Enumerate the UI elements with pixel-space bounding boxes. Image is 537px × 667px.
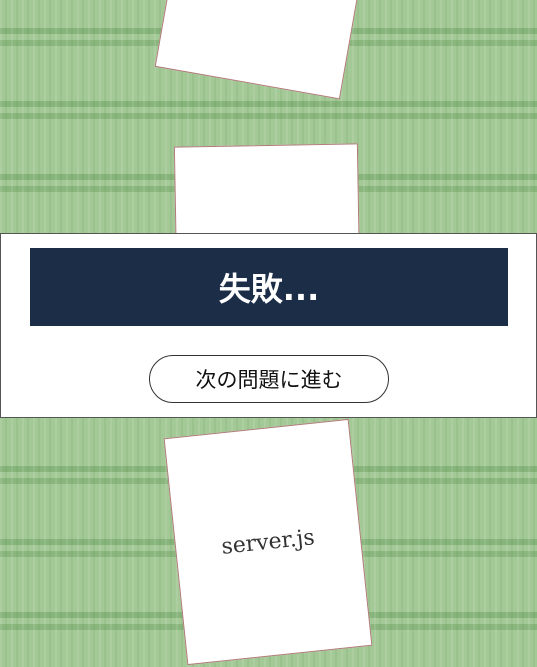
next-question-label: 次の問題に進む — [195, 368, 343, 392]
file-card-label: server.js — [220, 524, 316, 560]
next-question-button[interactable]: 次の問題に進む — [149, 355, 389, 403]
file-card[interactable]: server.js — [163, 418, 373, 666]
result-banner: 失敗... — [30, 248, 508, 326]
result-title: 失敗... — [218, 270, 320, 308]
result-dialog: 失敗... 次の問題に進む — [0, 233, 537, 418]
